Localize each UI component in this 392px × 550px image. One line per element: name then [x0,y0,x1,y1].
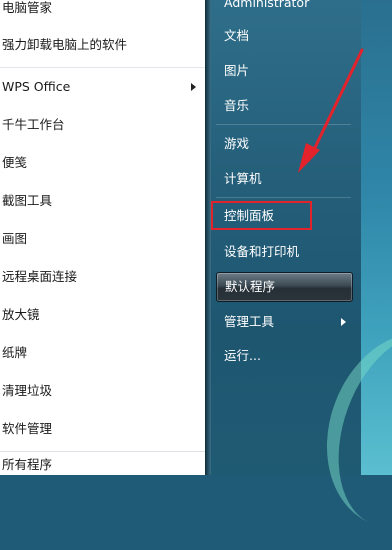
program-label: 放大镜 [2,307,40,322]
admin-tools-link[interactable]: 管理工具 [214,309,352,335]
default-programs-label: 默认程序 [225,279,276,294]
program-item-clean-junk[interactable]: 清理垃圾 [2,378,202,404]
music-link[interactable]: 音乐 [214,93,352,119]
program-label: 纸牌 [2,345,28,360]
music-label: 音乐 [224,98,250,113]
program-label: 清理垃圾 [2,383,53,398]
program-item-paint[interactable]: 画图 [2,226,202,252]
program-item-software-manager[interactable]: 软件管理 [2,416,202,442]
program-label: 千牛工作台 [2,117,65,132]
computer-label: 计算机 [224,171,262,186]
program-item-sticky-notes[interactable]: 便笺 [2,150,202,176]
program-label: 截图工具 [2,193,53,208]
user-name: Administrator [224,0,310,10]
program-label: 电脑管家 [2,0,53,15]
program-item-remote-desktop[interactable]: 远程桌面连接 [2,264,202,290]
program-label: 画图 [2,231,28,246]
devices-printers-link[interactable]: 设备和打印机 [214,239,352,265]
program-item-snipping-tool[interactable]: 截图工具 [2,188,202,214]
user-folder-link[interactable]: Administrator [214,0,352,16]
program-label: 软件管理 [2,421,53,436]
all-programs-button[interactable]: 所有程序 [2,452,202,478]
program-item-qianniu[interactable]: 千牛工作台 [2,112,202,138]
documents-label: 文档 [224,28,250,43]
program-label: 强力卸载电脑上的软件 [2,37,128,52]
control-panel-label: 控制面板 [224,208,275,223]
program-item-magnifier[interactable]: 放大镜 [2,302,202,328]
program-item-wps-office[interactable]: WPS Office [2,74,202,100]
games-label: 游戏 [224,136,250,151]
computer-link[interactable]: 计算机 [214,166,352,192]
documents-link[interactable]: 文档 [214,23,352,49]
pictures-link[interactable]: 图片 [214,58,352,84]
program-item-uninstaller[interactable]: 强力卸载电脑上的软件 [2,32,202,58]
program-label: 便笺 [2,155,28,170]
program-label: 远程桌面连接 [2,269,78,284]
submenu-arrow-icon [191,83,196,91]
program-label: WPS Office [2,79,71,94]
run-link[interactable]: 运行... [214,343,352,369]
all-programs-label: 所有程序 [2,457,53,472]
pictures-label: 图片 [224,63,250,78]
divider [216,124,351,125]
submenu-arrow-icon [341,318,346,326]
control-panel-link[interactable]: 控制面板 [211,201,312,230]
run-label: 运行... [224,348,261,363]
default-programs-link[interactable]: 默认程序 [216,272,353,302]
games-link[interactable]: 游戏 [214,131,352,157]
program-item-pc-manager[interactable]: 电脑管家 [2,0,202,21]
divider [0,67,205,68]
admin-tools-label: 管理工具 [224,314,275,329]
start-menu-program-list: 电脑管家 强力卸载电脑上的软件 WPS Office 千牛工作台 便笺 截图工具… [0,0,205,475]
divider [216,197,351,198]
program-item-solitaire[interactable]: 纸牌 [2,340,202,366]
devices-printers-label: 设备和打印机 [224,244,300,259]
